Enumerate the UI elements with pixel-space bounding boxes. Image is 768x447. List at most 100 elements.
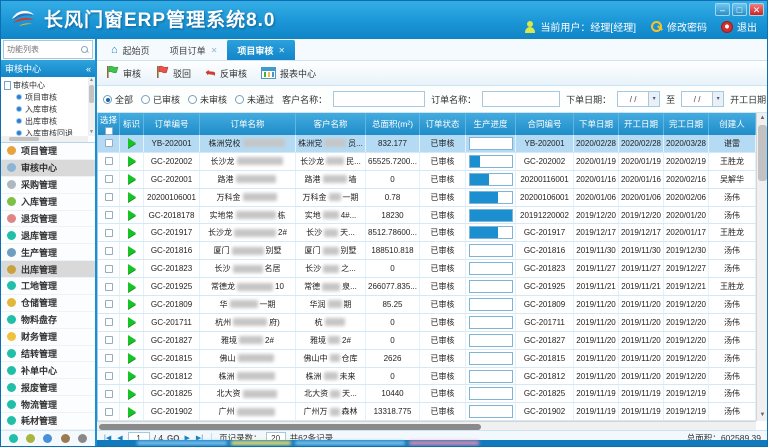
sidebar-module-item[interactable]: 出库管理: [1, 261, 95, 278]
row-checkbox[interactable]: [105, 300, 113, 308]
row-checkbox[interactable]: [105, 139, 113, 147]
strip-icon[interactable]: [9, 434, 18, 443]
header-flag[interactable]: 标识: [120, 113, 144, 135]
maximize-button[interactable]: □: [732, 3, 747, 16]
status-radio[interactable]: 未通过: [235, 93, 274, 106]
table-row[interactable]: GC-201711 杭州府) 杭 0 已审核 GC-201711: [98, 314, 756, 332]
table-row[interactable]: GC-201825 北大资 北大资天... 10440 已审核 GC-20182…: [98, 385, 756, 403]
logout-button[interactable]: 退出: [721, 19, 757, 34]
sidebar-module-item[interactable]: 采购管理: [1, 177, 95, 194]
header-creator[interactable]: 创建人: [709, 113, 756, 135]
row-checkbox[interactable]: [105, 354, 113, 362]
table-row[interactable]: GC-201812 株洲 株洲未来 0 已审核 GC-201812: [98, 368, 756, 386]
table-horizontal-scrollbar[interactable]: [97, 421, 756, 430]
sidebar-module-item[interactable]: 结转管理: [1, 346, 95, 363]
scroll-up-icon[interactable]: ▲: [757, 113, 768, 124]
sidebar-module-item[interactable]: 报废管理: [1, 379, 95, 396]
header-order-no[interactable]: 订单编号: [144, 113, 200, 135]
toolbar-button[interactable]: 报表中心: [261, 67, 316, 80]
sidebar-module-item[interactable]: 工地管理: [1, 278, 95, 295]
tree-item[interactable]: 出库审核: [4, 115, 95, 127]
strip-icon[interactable]: [43, 434, 52, 443]
sidebar-module-item[interactable]: 耗材管理: [1, 413, 95, 430]
table-vertical-scrollbar[interactable]: ▲ ▼: [756, 113, 767, 421]
tree-horizontal-scrollbar[interactable]: [1, 136, 88, 142]
table-row[interactable]: GC-2018178 实地常栋 实地4#... 18230 已审核 201912…: [98, 207, 756, 225]
row-checkbox[interactable]: [105, 283, 113, 291]
row-checkbox[interactable]: [105, 211, 113, 219]
row-checkbox[interactable]: [105, 247, 113, 255]
tree-item[interactable]: 项目审核: [4, 91, 95, 103]
sidebar-module-item[interactable]: 物流管理: [1, 396, 95, 413]
header-area[interactable]: 总面积(m²): [366, 113, 420, 135]
close-button[interactable]: ✕: [749, 3, 764, 16]
table-row[interactable]: GC-201902 广州 广州万森林 13318.775 已审核 GC-2019…: [98, 403, 756, 421]
strip-icon[interactable]: [61, 434, 70, 443]
table-row[interactable]: GC-201815 佛山 佛山中仓库 2626 已审核 GC-201815: [98, 350, 756, 368]
table-row[interactable]: GC-201809 华一期 华润期 85.25 已审核 GC-201809: [98, 296, 756, 314]
sidebar-module-item[interactable]: 退货管理: [1, 211, 95, 228]
tree-item[interactable]: 入库审核: [4, 103, 95, 115]
toolbar-button[interactable]: 审核: [105, 65, 141, 81]
strip-icon[interactable]: [78, 434, 87, 443]
dropdown-icon[interactable]: ▾: [712, 92, 723, 106]
row-checkbox[interactable]: [105, 408, 113, 416]
header-finish-date[interactable]: 完工日期: [664, 113, 709, 135]
customer-name-input[interactable]: [333, 91, 425, 107]
sidebar-module-item[interactable]: 仓储管理: [1, 295, 95, 312]
table-row[interactable]: GC-201816 厦门别墅 厦门别墅 188510.818 已审核 GC-20…: [98, 242, 756, 260]
dropdown-icon[interactable]: ▾: [648, 92, 659, 106]
sidebar-panel-header[interactable]: 审核中心 «: [1, 60, 95, 77]
tab[interactable]: ⌂ 项目审核 ✕: [227, 40, 295, 60]
row-checkbox[interactable]: [105, 318, 113, 326]
row-checkbox[interactable]: [105, 157, 113, 165]
row-checkbox[interactable]: [105, 336, 113, 344]
table-row[interactable]: GC-201925 常德龙10 常德泉... 266077.835... 已审核…: [98, 278, 756, 296]
sidebar-module-item[interactable]: 生产管理: [1, 244, 95, 261]
strip-icon[interactable]: [26, 434, 35, 443]
row-checkbox[interactable]: [105, 193, 113, 201]
table-row[interactable]: GC-201823 长沙名居 长沙之... 0 已审核 GC-201823: [98, 260, 756, 278]
status-radio[interactable]: 全部: [103, 93, 133, 106]
tab[interactable]: ⌂ 项目订单 ✕: [160, 40, 228, 60]
tree-hscroll-thumb[interactable]: [9, 137, 39, 141]
toolbar-button[interactable]: ➦ 反审核: [205, 67, 247, 80]
tab-close-icon[interactable]: ✕: [211, 46, 218, 55]
table-row[interactable]: GC-202001 路港 路港墙 0 已审核 20200116001: [98, 171, 756, 189]
table-row[interactable]: GC-202002 长沙龙 长沙龙民... 65525.7200... 已审核 …: [98, 153, 756, 171]
order-date-from-picker[interactable]: / / ▾: [617, 91, 660, 107]
tree-vertical-scrollbar[interactable]: ▲ ▼: [88, 77, 95, 136]
status-radio[interactable]: 已审核: [141, 93, 180, 106]
scroll-down-icon[interactable]: ▼: [757, 410, 768, 421]
table-row[interactable]: YB-202001 株洲党校 株洲党员... 832.177 已审核 YB-20…: [98, 135, 756, 153]
tab[interactable]: ⌂ 起始页 ✕: [101, 40, 160, 60]
header-order-name[interactable]: 订单名称: [200, 113, 296, 135]
order-date-to-picker[interactable]: / / ▾: [681, 91, 724, 107]
minimize-button[interactable]: –: [715, 3, 730, 16]
row-checkbox[interactable]: [105, 229, 113, 237]
sidebar-module-item[interactable]: 物料盘存: [1, 312, 95, 329]
toolbar-button[interactable]: 驳回: [155, 65, 191, 81]
table-row[interactable]: GC-201827 雅境2# 雅境2# 0 已审核 GC-201827: [98, 332, 756, 350]
select-all-checkbox[interactable]: [105, 127, 113, 135]
table-row[interactable]: GC-201917 长沙龙2# 长沙天... 8512.78600... 已审核…: [98, 224, 756, 242]
change-password-button[interactable]: 修改密码: [650, 19, 707, 34]
tree-scroll-thumb[interactable]: [89, 85, 94, 103]
table-row[interactable]: 20200106001 万科金 万科金一期 0.78 已审核 202001060…: [98, 189, 756, 207]
header-contract[interactable]: 合同编号: [516, 113, 574, 135]
status-radio[interactable]: 未审核: [188, 93, 227, 106]
scroll-up-icon[interactable]: ▲: [88, 77, 95, 84]
header-status[interactable]: 订单状态: [420, 113, 466, 135]
header-customer[interactable]: 客户名称: [296, 113, 366, 135]
order-name-input[interactable]: [482, 91, 560, 107]
collapse-icon[interactable]: «: [86, 64, 91, 74]
sidebar-module-item[interactable]: 补单中心: [1, 362, 95, 379]
row-checkbox[interactable]: [105, 175, 113, 183]
sidebar-module-item[interactable]: 入库管理: [1, 194, 95, 211]
function-search-input[interactable]: [7, 45, 81, 54]
sidebar-module-item[interactable]: 审核中心: [1, 160, 95, 177]
sidebar-module-item[interactable]: 项目管理: [1, 143, 95, 160]
row-checkbox[interactable]: [105, 390, 113, 398]
row-checkbox[interactable]: [105, 265, 113, 273]
header-order-date[interactable]: 下单日期: [574, 113, 619, 135]
